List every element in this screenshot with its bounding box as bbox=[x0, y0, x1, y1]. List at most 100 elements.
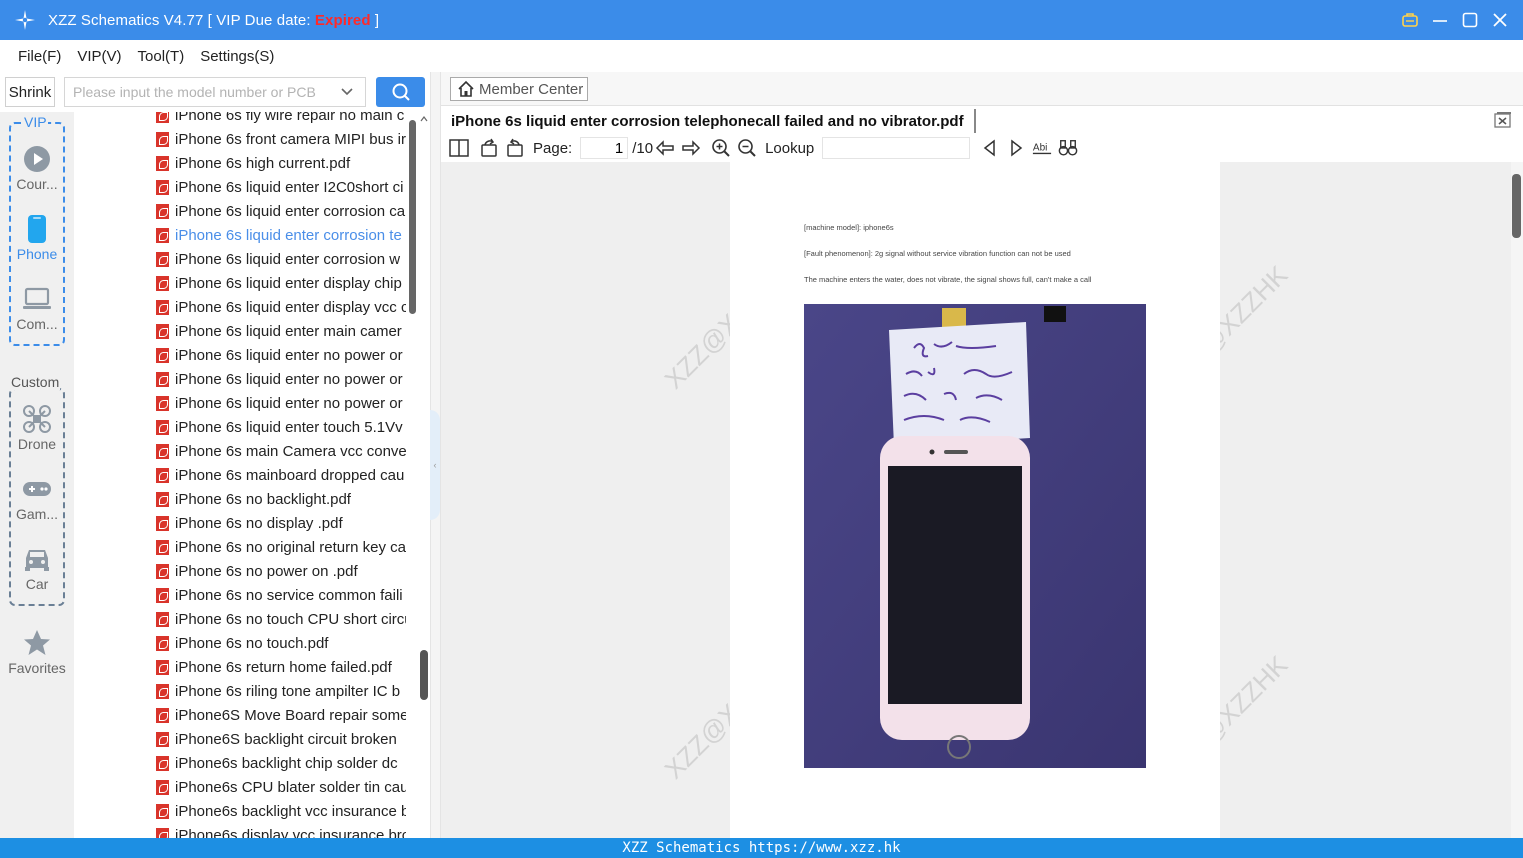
close-icon[interactable] bbox=[1491, 11, 1509, 29]
file-list-item[interactable]: iPhone 6s no touch CPU short circu bbox=[156, 607, 406, 631]
rail-item-phone[interactable]: Phone bbox=[0, 214, 74, 262]
collapse-handle[interactable]: ‹ bbox=[430, 410, 440, 520]
file-list-item[interactable]: iPhone 6s riling tone ampilter IC b bbox=[156, 679, 406, 703]
zoom-out-icon[interactable] bbox=[737, 138, 757, 158]
pdf-file-icon bbox=[156, 155, 169, 171]
member-center-label: Member Center bbox=[479, 80, 584, 98]
file-list-item[interactable]: iPhone 6s fly wire repair no main c bbox=[156, 112, 406, 127]
model-search-input[interactable] bbox=[64, 77, 366, 107]
rail-item-favorites[interactable]: Favorites bbox=[0, 628, 74, 676]
pdf-file-icon bbox=[156, 563, 169, 579]
file-name: iPhone 6s no touch.pdf bbox=[175, 634, 329, 652]
viewer-scrollbar[interactable] bbox=[1511, 162, 1523, 838]
car-icon bbox=[25, 550, 49, 571]
search-row: Shrink bbox=[0, 72, 440, 112]
tree-scrollbar[interactable] bbox=[418, 112, 430, 838]
menu-vip[interactable]: VIP(V) bbox=[77, 48, 121, 65]
file-list-item[interactable]: iPhone 6s liquid enter no power or bbox=[156, 391, 406, 415]
file-list-item[interactable]: iPhone 6s no display .pdf bbox=[156, 511, 406, 535]
file-list-item[interactable]: iPhone6s backlight vcc insurance b bbox=[156, 799, 406, 823]
file-list-item[interactable]: iPhone 6s liquid enter corrosion ca bbox=[156, 199, 406, 223]
file-list-item[interactable]: iPhone 6s liquid enter main camer bbox=[156, 319, 406, 343]
file-list-item[interactable]: iPhone6S Move Board repair some bbox=[156, 703, 406, 727]
search-button[interactable] bbox=[376, 77, 425, 107]
lookup-input[interactable] bbox=[822, 137, 971, 159]
page-text-line: [machine model]: iphone6s bbox=[804, 223, 894, 232]
menu-tool[interactable]: Tool(T) bbox=[138, 48, 185, 65]
file-list-item[interactable]: iPhone6s display vcc insurance bro bbox=[156, 823, 406, 838]
chevron-down-icon[interactable] bbox=[340, 85, 354, 99]
tree-horizontal-scroll-thumb[interactable] bbox=[409, 120, 416, 314]
file-list-item[interactable]: iPhone 6s return home failed.pdf bbox=[156, 655, 406, 679]
menu-settings[interactable]: Settings(S) bbox=[200, 48, 274, 65]
file-list-item[interactable]: iPhone6s CPU blater solder tin cau bbox=[156, 775, 406, 799]
file-name: iPhone 6s liquid enter display vcc c bbox=[175, 298, 406, 316]
pdf-file-icon bbox=[156, 323, 169, 339]
shrink-button[interactable]: Shrink bbox=[5, 77, 55, 107]
file-list-item[interactable]: iPhone 6s liquid enter display vcc c bbox=[156, 295, 406, 319]
file-list-item[interactable]: iPhone 6s liquid enter no power or bbox=[156, 367, 406, 391]
rail-item-label: Gam... bbox=[15, 506, 58, 522]
scroll-up-icon[interactable] bbox=[420, 116, 428, 122]
rotate-left-icon[interactable] bbox=[479, 138, 499, 158]
file-list-item[interactable]: iPhone 6s liquid enter I2C0short ci bbox=[156, 175, 406, 199]
vip-badge-icon[interactable] bbox=[1401, 11, 1419, 29]
match-case-icon[interactable]: Abi bbox=[1032, 138, 1052, 158]
file-list-item[interactable]: iPhone 6s liquid enter corrosion te bbox=[156, 223, 406, 247]
file-name: iPhone 6s no power on .pdf bbox=[175, 562, 358, 580]
file-name: iPhone 6s mainboard dropped cau bbox=[175, 466, 405, 484]
category-rail: VIP Cour... Phone Com... Custom Drone Ga… bbox=[0, 112, 74, 838]
next-page-icon[interactable] bbox=[681, 138, 701, 158]
viewer-scroll-thumb[interactable] bbox=[1512, 174, 1521, 238]
file-list-item[interactable]: iPhone 6s liquid enter display chip bbox=[156, 271, 406, 295]
lookup-label: Lookup bbox=[765, 139, 815, 157]
pdf-file-icon bbox=[156, 683, 169, 699]
find-next-icon[interactable] bbox=[1006, 138, 1026, 158]
title-suffix: ] bbox=[370, 11, 380, 29]
file-list-item[interactable]: iPhone 6s mainboard dropped cau bbox=[156, 463, 406, 487]
file-list-item[interactable]: iPhone 6s no original return key ca bbox=[156, 535, 406, 559]
file-name: iPhone 6s liquid enter no power or bbox=[175, 370, 403, 388]
file-list-item[interactable]: iPhone 6s liquid enter no power or bbox=[156, 343, 406, 367]
rotate-right-icon[interactable] bbox=[505, 138, 525, 158]
zoom-in-icon[interactable] bbox=[711, 138, 731, 158]
rail-item-game[interactable]: Gam... bbox=[0, 474, 74, 522]
file-name: iPhone 6s high current.pdf bbox=[175, 154, 351, 172]
vip-status: Expired bbox=[314, 11, 371, 29]
pdf-viewer[interactable]: XZZ@XZZHK XZZ@XZZHK XZZ@XZZHK XZZ@XZZHK … bbox=[441, 162, 1511, 838]
file-list-item[interactable]: iPhone6S backlight circuit broken bbox=[156, 727, 406, 751]
previous-page-icon[interactable] bbox=[655, 138, 675, 158]
rail-item-courses[interactable]: Cour... bbox=[0, 144, 74, 192]
tree-scroll-thumb[interactable] bbox=[420, 650, 428, 700]
minimize-icon[interactable] bbox=[1431, 11, 1449, 29]
file-list-item[interactable]: iPhone 6s high current.pdf bbox=[156, 151, 406, 175]
file-list-item[interactable]: iPhone 6s main Camera vcc conver bbox=[156, 439, 406, 463]
rail-item-drone[interactable]: Drone bbox=[0, 404, 74, 452]
page-number-input[interactable] bbox=[580, 137, 629, 159]
maximize-icon[interactable] bbox=[1461, 11, 1479, 29]
find-previous-icon[interactable] bbox=[980, 138, 1000, 158]
find-all-icon[interactable] bbox=[1058, 138, 1078, 158]
rail-item-computer[interactable]: Com... bbox=[0, 284, 74, 332]
close-document-icon[interactable] bbox=[1493, 110, 1513, 130]
file-list-item[interactable]: iPhone 6s no service common faili bbox=[156, 583, 406, 607]
document-tabbar: iPhone 6s liquid enter corrosion telepho… bbox=[441, 106, 1523, 134]
file-list-item[interactable]: iPhone 6s no power on .pdf bbox=[156, 559, 406, 583]
device-photo bbox=[804, 304, 1146, 768]
file-list-item[interactable]: iPhone6s backlight chip solder dc bbox=[156, 751, 406, 775]
vip-group-label: VIP bbox=[23, 114, 48, 130]
file-list-item[interactable]: iPhone 6s front camera MIPI bus ir bbox=[156, 127, 406, 151]
file-list-item[interactable]: iPhone 6s no touch.pdf bbox=[156, 631, 406, 655]
file-list-item[interactable]: iPhone 6s liquid enter corrosion w bbox=[156, 247, 406, 271]
pdf-file-icon bbox=[156, 635, 169, 651]
document-tab[interactable]: iPhone 6s liquid enter corrosion telepho… bbox=[451, 109, 976, 133]
drone-icon bbox=[23, 405, 51, 433]
file-name: iPhone6s backlight vcc insurance b bbox=[175, 802, 406, 820]
file-list-item[interactable]: iPhone 6s liquid enter touch 5.1Vv bbox=[156, 415, 406, 439]
file-list-item[interactable]: iPhone 6s no backlight.pdf bbox=[156, 487, 406, 511]
sidebar-toggle-icon[interactable] bbox=[449, 138, 469, 158]
member-center-button[interactable]: Member Center bbox=[450, 77, 588, 101]
rail-item-car[interactable]: Car bbox=[0, 544, 74, 592]
menu-file[interactable]: File(F) bbox=[18, 48, 61, 65]
star-icon bbox=[24, 630, 50, 655]
